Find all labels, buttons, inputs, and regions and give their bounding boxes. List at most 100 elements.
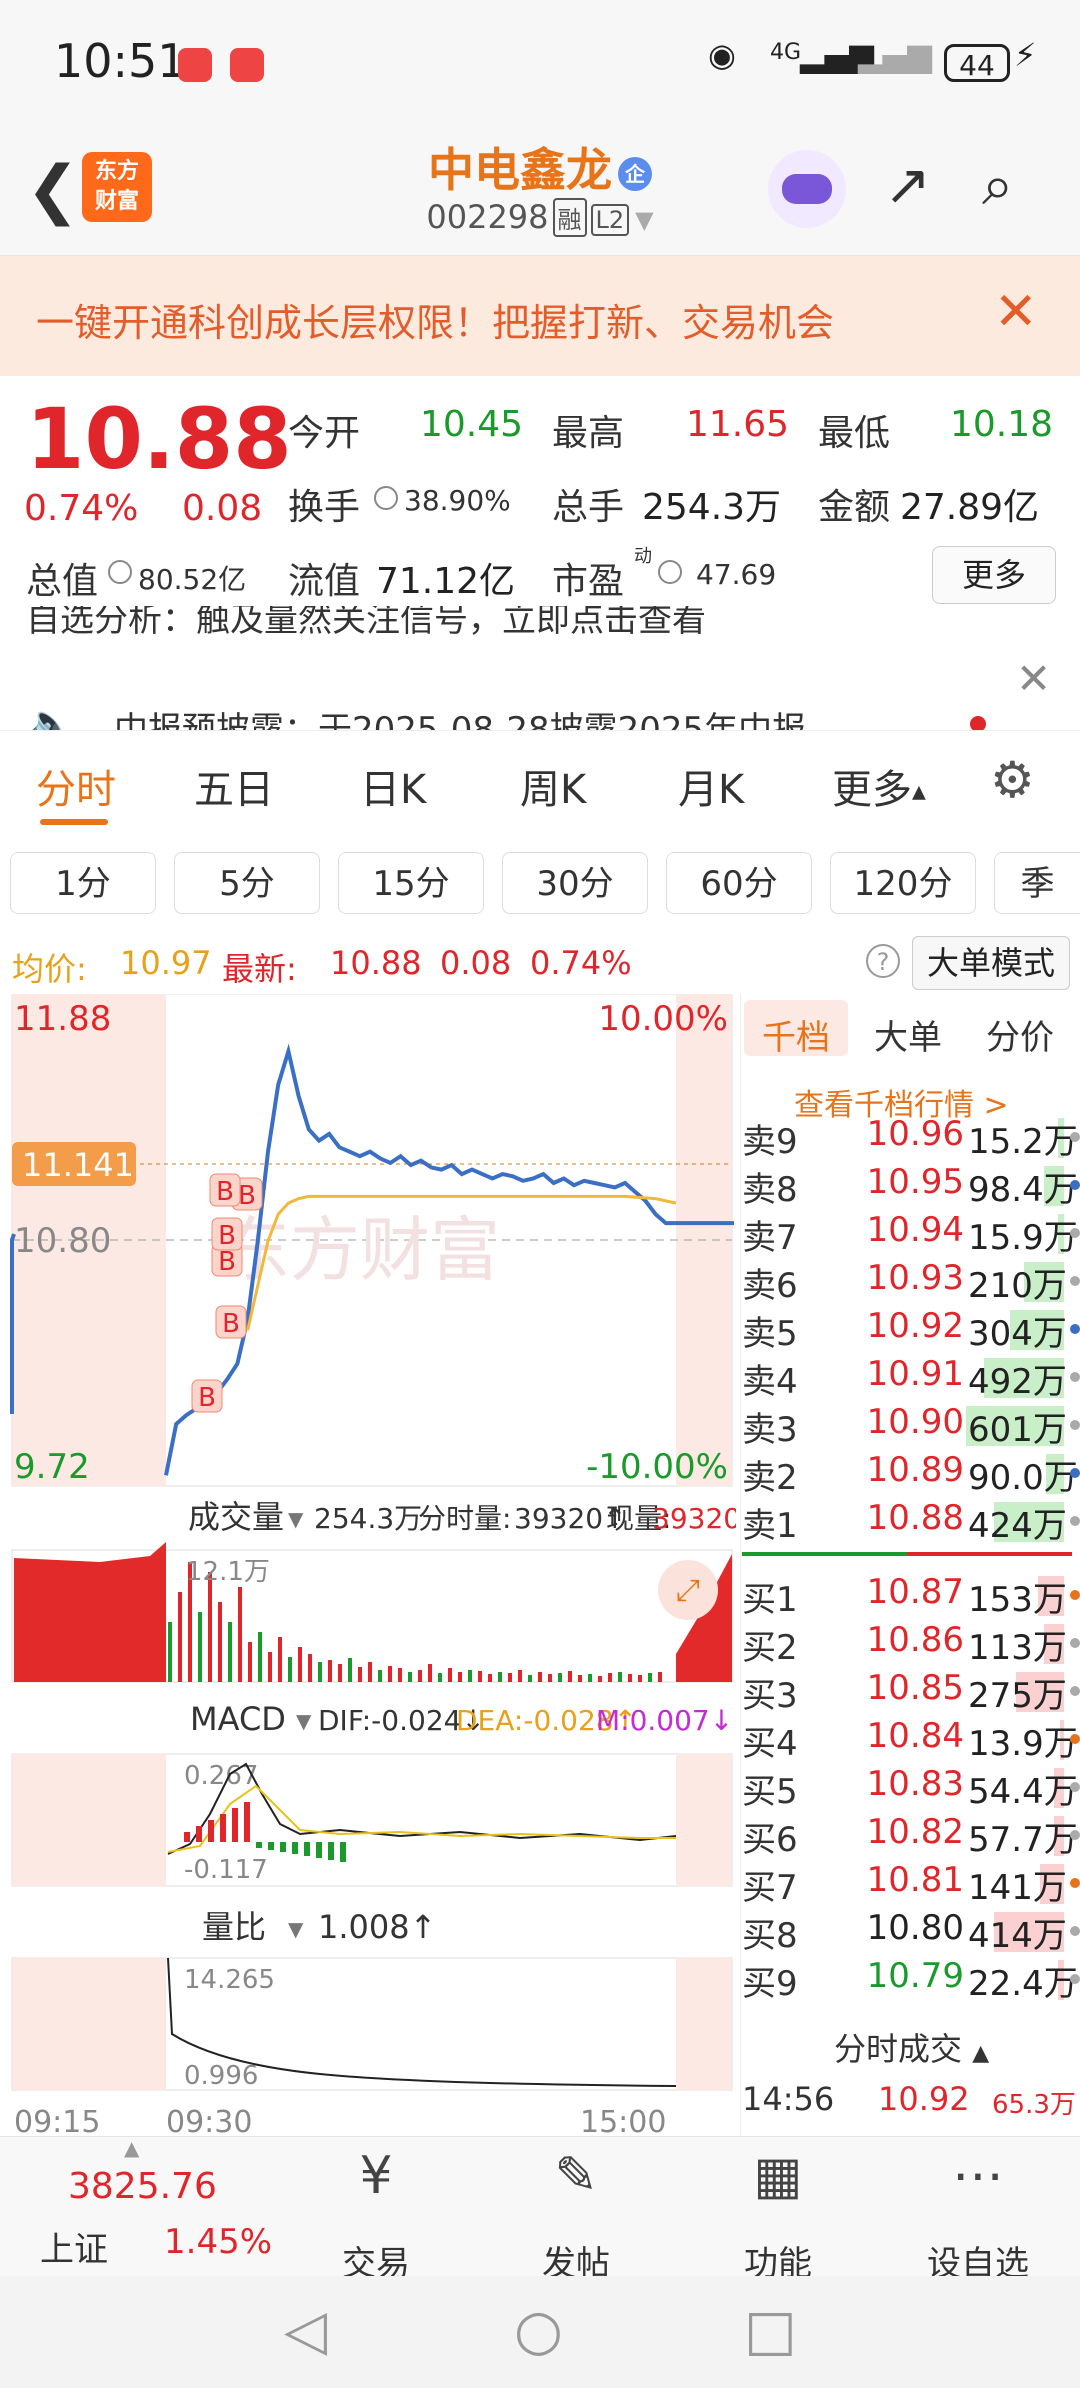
interval-15m[interactable]: 15分 xyxy=(338,852,484,914)
interval-60m[interactable]: 60分 xyxy=(666,852,812,914)
index-value[interactable]: 3825.76 xyxy=(68,2166,217,2207)
volume-bar xyxy=(398,1668,402,1682)
tab-fenshi[interactable]: 分时 xyxy=(36,757,116,815)
bid-row[interactable]: 买4 10.84 13.9万 xyxy=(742,1716,1080,1764)
ask-row[interactable]: 卖7 10.94 15.9万 xyxy=(742,1210,1080,1258)
index-pct[interactable]: 1.45% xyxy=(164,2222,272,2262)
tab-week-k[interactable]: 周K xyxy=(520,757,586,815)
ask-row[interactable]: 卖6 10.93 210万 xyxy=(742,1258,1080,1306)
amount-label: 金额 xyxy=(818,487,891,528)
bid-row[interactable]: 买9 10.79 22.4万 xyxy=(742,1956,1080,2004)
macd-histogram-bar xyxy=(328,1842,334,1860)
ask-row[interactable]: 卖9 10.96 15.2万 xyxy=(742,1114,1080,1162)
gear-icon[interactable]: ⚙ xyxy=(990,751,1035,809)
info-icon[interactable] xyxy=(658,560,682,584)
bid-row[interactable]: 买6 10.82 57.7万 xyxy=(742,1812,1080,1860)
ask-row[interactable]: 卖1 10.88 424万 xyxy=(742,1498,1080,1546)
grid-icon[interactable]: ▦ xyxy=(708,2146,848,2206)
bid-row[interactable]: 买3 10.85 275万 xyxy=(742,1668,1080,1716)
bid-label: 买5 xyxy=(742,1772,798,1812)
order-indicator-dot xyxy=(1070,1926,1080,1936)
compose-icon[interactable]: ✎ xyxy=(506,2146,646,2206)
bid-label: 买4 xyxy=(742,1724,798,1764)
share-icon[interactable]: ↗ xyxy=(884,154,931,218)
info-icon[interactable] xyxy=(374,486,398,510)
intraday-chart[interactable]: 东方财富 11.141 11.88 9.72 10.80 10.00% -10.… xyxy=(0,994,736,2136)
caret-down-icon: ▼ xyxy=(288,1507,304,1531)
ratio-panel-label[interactable]: 量比 xyxy=(202,1908,266,1946)
bid-row[interactable]: 买8 10.80 414万 xyxy=(742,1908,1080,1956)
volume-bar xyxy=(298,1647,302,1682)
order-indicator-dot xyxy=(1070,1132,1080,1142)
pe-value: 47.69 xyxy=(696,558,777,591)
ask-label: 卖2 xyxy=(742,1458,798,1498)
promo-banner[interactable]: 一键开通科创成长层权限！把握打新、交易机会 ✕ xyxy=(0,256,1080,376)
volume-bar xyxy=(448,1668,452,1682)
ask-row[interactable]: 卖5 10.92 304万 xyxy=(742,1306,1080,1354)
order-indicator-dot xyxy=(1070,1516,1080,1526)
notice-item[interactable]: 自选分析：触及量然关注信号，立即点击查看 xyxy=(26,606,986,636)
interval-120m[interactable]: 120分 xyxy=(830,852,976,914)
pct-bottom-label: -10.00% xyxy=(586,1447,728,1487)
tab-day-k[interactable]: 日K xyxy=(360,757,426,815)
eye-icon: ◉ xyxy=(708,36,736,74)
macd-histogram-bar xyxy=(220,1814,226,1842)
search-icon[interactable]: ⌕ xyxy=(982,154,1013,218)
ask-row[interactable]: 卖8 10.95 98.4万 xyxy=(742,1162,1080,1210)
info-icon[interactable] xyxy=(108,560,132,584)
bid-volume: 57.7万 xyxy=(968,1820,1078,1860)
home-nav-icon[interactable]: ○ xyxy=(514,2298,563,2363)
order-indicator-dot xyxy=(1070,1180,1080,1190)
stock-code: 002298 xyxy=(426,198,549,236)
tab-month-k[interactable]: 月K xyxy=(678,757,744,815)
tab-qiandang[interactable]: 千档 xyxy=(762,1010,830,1059)
macd-histogram-bar xyxy=(280,1842,286,1852)
volume-bar xyxy=(328,1660,332,1682)
close-icon[interactable]: ✕ xyxy=(1016,654,1051,703)
bid-price: 10.79 xyxy=(866,1956,964,1996)
volume-panel-label[interactable]: 成交量 xyxy=(188,1498,284,1536)
pre-market-shade xyxy=(12,1958,166,2090)
trades-title[interactable]: 分时成交 ▲ xyxy=(834,2024,989,2070)
volume-bar xyxy=(428,1664,432,1682)
bid-row[interactable]: 买2 10.86 113万 xyxy=(742,1620,1080,1668)
ask-label: 卖8 xyxy=(742,1170,798,1210)
volume-bar xyxy=(558,1673,562,1682)
volume-bar xyxy=(418,1670,422,1682)
bid-row[interactable]: 买7 10.81 141万 xyxy=(742,1860,1080,1908)
tab-big-order[interactable]: 大单 xyxy=(874,1010,942,1059)
volume-bar xyxy=(618,1672,622,1682)
tab-price-dist[interactable]: 分价 xyxy=(986,1010,1054,1059)
recents-nav-icon[interactable]: □ xyxy=(744,2298,797,2363)
more-dots-icon[interactable]: ⋯ xyxy=(908,2146,1048,2206)
high-label: 最高 xyxy=(552,413,625,454)
index-name[interactable]: 上证 xyxy=(40,2222,108,2271)
bid-row[interactable]: 买5 10.83 54.4万 xyxy=(742,1764,1080,1812)
ask-label: 卖1 xyxy=(742,1506,798,1546)
order-indicator-dot xyxy=(1070,1324,1080,1334)
tab-five-day[interactable]: 五日 xyxy=(194,757,274,815)
help-icon[interactable]: ? xyxy=(866,944,900,978)
bid-row[interactable]: 买1 10.87 153万 xyxy=(742,1572,1080,1620)
close-icon[interactable]: ✕ xyxy=(994,282,1038,342)
volume-bar xyxy=(498,1672,502,1682)
pct-top-label: 10.00% xyxy=(598,999,728,1039)
bid-label: 买2 xyxy=(742,1628,798,1668)
interval-5m[interactable]: 5分 xyxy=(174,852,320,914)
big-order-mode-button[interactable]: 大单模式 xyxy=(912,936,1070,990)
interval-quarter[interactable]: 季 xyxy=(994,852,1080,914)
more-button[interactable]: 更多 xyxy=(932,546,1056,604)
interval-30m[interactable]: 30分 xyxy=(502,852,648,914)
ask-row[interactable]: 卖2 10.89 90.0万 xyxy=(742,1450,1080,1498)
bid-volume: 141万 xyxy=(968,1868,1067,1908)
trade-icon[interactable]: ¥ xyxy=(306,2146,446,2206)
ask-row[interactable]: 卖3 10.90 601万 xyxy=(742,1402,1080,1450)
tab-more[interactable]: 更多▲ xyxy=(832,757,926,815)
volume-bar xyxy=(478,1671,482,1682)
macd-panel-label[interactable]: MACD xyxy=(190,1700,286,1738)
volume-bar xyxy=(178,1592,182,1682)
ask-row[interactable]: 卖4 10.91 492万 xyxy=(742,1354,1080,1402)
interval-1m[interactable]: 1分 xyxy=(10,852,156,914)
back-nav-icon[interactable]: ◁ xyxy=(284,2298,327,2363)
assistant-avatar-icon[interactable] xyxy=(768,150,846,228)
